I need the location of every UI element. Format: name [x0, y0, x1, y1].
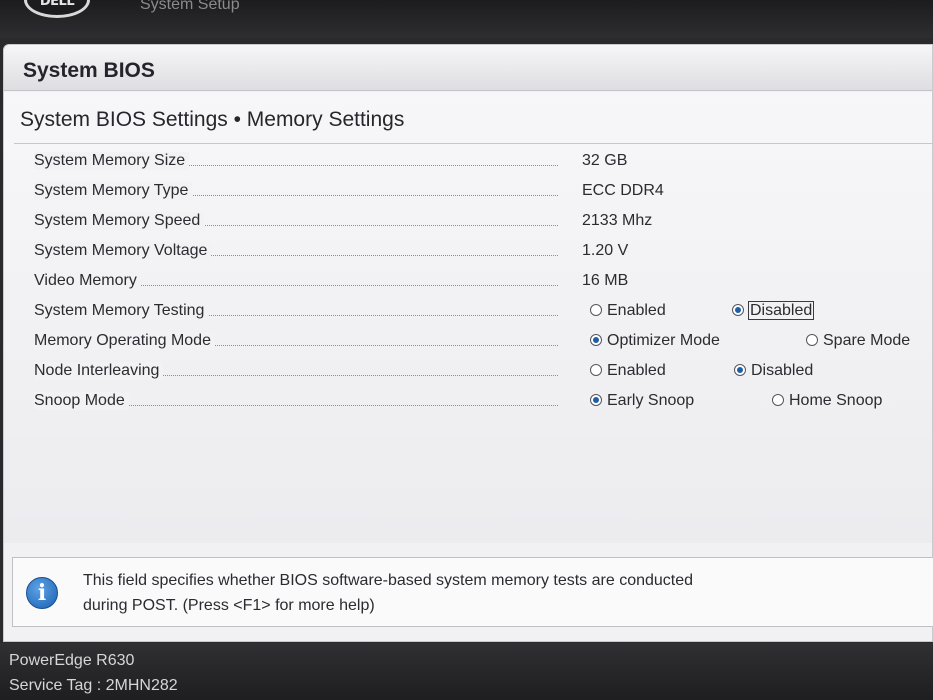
option-label: Spare Mode: [823, 332, 911, 349]
setting-row-memory-testing: System Memory Testing Enabled Disabled: [34, 301, 933, 326]
setting-label: Node Interleaving: [34, 362, 164, 380]
option-label: Early Snoop: [607, 392, 695, 409]
panel-header: System BIOS: [4, 45, 932, 91]
radio-selected-icon[interactable]: [732, 304, 744, 316]
model-name: PowerEdge R630: [9, 652, 135, 669]
setting-value: 16 MB: [582, 272, 629, 289]
setting-label: System Memory Type: [34, 182, 193, 200]
option-label: Home Snoop: [789, 392, 883, 409]
radio-selected-icon[interactable]: [734, 364, 746, 376]
setting-value: 32 GB: [582, 152, 628, 169]
help-line-2: during POST. (Press <F1> for more help): [83, 597, 375, 614]
setting-value: 1.20 V: [582, 242, 629, 259]
dell-logo: DELL: [24, 0, 90, 18]
option-memory-testing-enabled[interactable]: Enabled: [590, 302, 666, 320]
setting-label: Video Memory: [34, 272, 141, 290]
app-title: System Setup: [140, 0, 240, 13]
setting-row-memory-voltage: System Memory Voltage 1.20 V: [34, 242, 933, 266]
main-panel: System BIOS System BIOS Settings • Memor…: [3, 44, 933, 642]
option-label: Enabled: [607, 362, 666, 379]
logo-text: DELL: [39, 0, 75, 9]
radio-unselected-icon[interactable]: [590, 304, 602, 316]
setting-label: System Memory Voltage: [34, 242, 212, 260]
setting-row-memory-size: System Memory Size 32 GB: [34, 152, 933, 176]
top-bar: DELL System Setup: [0, 0, 933, 38]
setting-row-memory-type: System Memory Type ECC DDR4: [34, 182, 933, 206]
radio-unselected-icon[interactable]: [590, 364, 602, 376]
help-text: This field specifies whether BIOS softwa…: [83, 568, 923, 618]
radio-selected-icon[interactable]: [590, 334, 602, 346]
setting-row-memory-speed: System Memory Speed 2133 Mhz: [34, 212, 933, 236]
divider: [14, 143, 932, 144]
option-early-snoop[interactable]: Early Snoop: [590, 392, 694, 410]
help-box: i This field specifies whether BIOS soft…: [12, 557, 933, 627]
setting-row-snoop-mode: Snoop Mode Early Snoop Home Snoop: [34, 392, 933, 416]
service-tag: Service Tag : 2MHN282: [9, 677, 178, 694]
setting-row-node-interleaving: Node Interleaving Enabled Disabled: [34, 362, 933, 386]
option-node-interleaving-disabled[interactable]: Disabled: [734, 362, 813, 380]
setting-label: Snoop Mode: [34, 392, 129, 410]
setting-value: ECC DDR4: [582, 182, 664, 199]
setting-value: 2133 Mhz: [582, 212, 653, 229]
radio-unselected-icon[interactable]: [806, 334, 818, 346]
footer: PowerEdge R630 Service Tag : 2MHN282: [0, 643, 933, 700]
page-title: System BIOS: [23, 59, 155, 82]
setting-label: System Memory Size: [34, 152, 190, 170]
setting-label: System Memory Speed: [34, 212, 205, 230]
option-node-interleaving-enabled[interactable]: Enabled: [590, 362, 666, 380]
option-label: Optimizer Mode: [607, 332, 720, 349]
setting-label: Memory Operating Mode: [34, 332, 215, 350]
setting-label: System Memory Testing: [34, 302, 209, 320]
setting-row-video-memory: Video Memory 16 MB: [34, 272, 933, 296]
option-memory-testing-disabled[interactable]: Disabled: [732, 301, 815, 320]
option-optimizer-mode[interactable]: Optimizer Mode: [590, 332, 720, 350]
breadcrumb: System BIOS Settings • Memory Settings: [20, 108, 405, 131]
radio-selected-icon[interactable]: [590, 394, 602, 406]
option-spare-mode[interactable]: Spare Mode: [806, 332, 910, 350]
option-label: Disabled: [751, 362, 814, 379]
option-label: Disabled: [747, 301, 815, 320]
panel-body: System BIOS Settings • Memory Settings S…: [4, 92, 932, 543]
option-label: Enabled: [607, 302, 666, 319]
info-icon: i: [26, 577, 58, 609]
setting-row-memory-operating-mode: Memory Operating Mode Optimizer Mode Spa…: [34, 332, 933, 356]
radio-unselected-icon[interactable]: [772, 394, 784, 406]
help-line-1: This field specifies whether BIOS softwa…: [83, 572, 694, 589]
option-home-snoop[interactable]: Home Snoop: [772, 392, 882, 410]
